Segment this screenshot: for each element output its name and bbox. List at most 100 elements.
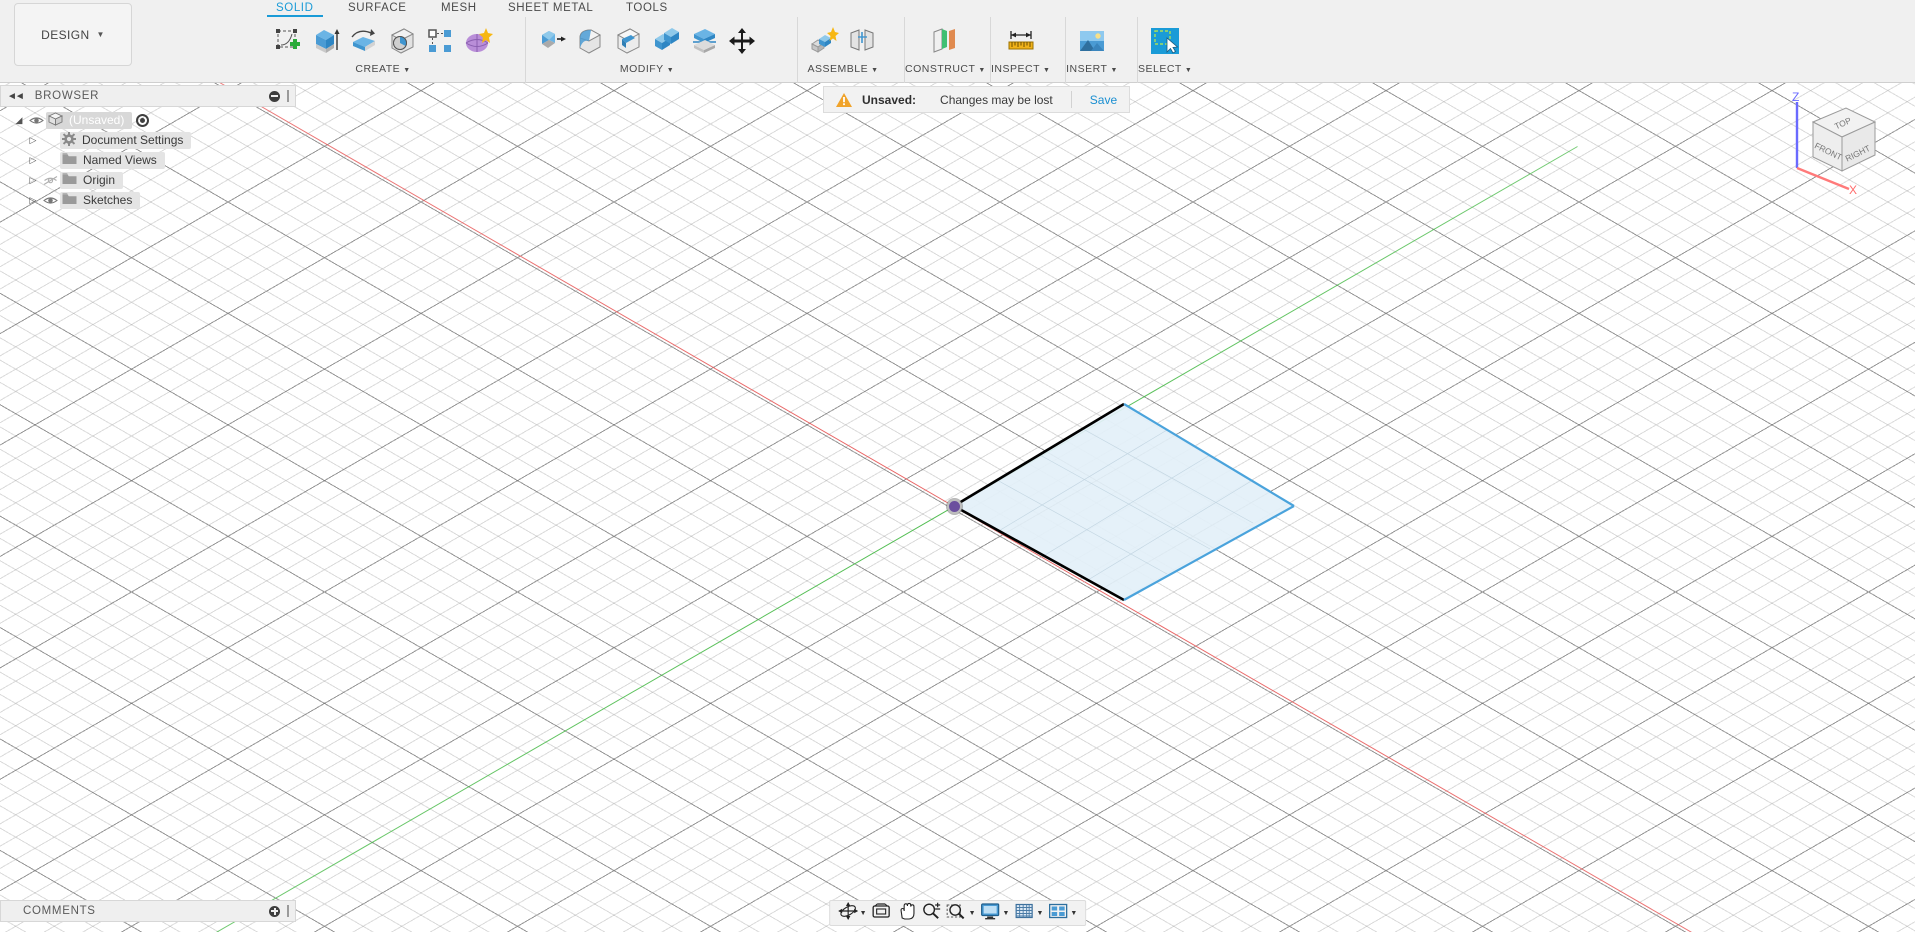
press-pull-button[interactable]: [533, 21, 571, 61]
pattern-icon: [425, 26, 455, 56]
browser-header: ◄◄ BROWSER: [0, 85, 296, 107]
chevron-down-icon[interactable]: ▼: [1036, 910, 1043, 917]
viewcube-axis-x-label: X: [1849, 183, 1857, 195]
orbit-button[interactable]: ▼: [836, 901, 869, 924]
browser-resize-grip[interactable]: [287, 90, 289, 102]
group-label-create[interactable]: CREATE ▼: [355, 63, 410, 75]
create-sketch-button[interactable]: [269, 21, 307, 61]
visibility-eye-icon[interactable]: [40, 175, 60, 186]
workspace-switcher-label: DESIGN: [41, 27, 90, 42]
group-label-modify[interactable]: MODIFY ▼: [620, 63, 674, 75]
zoom-button[interactable]: [920, 902, 944, 924]
visibility-eye-icon[interactable]: [26, 115, 46, 126]
plane-icon: [930, 26, 960, 56]
view-cube[interactable]: TOP FRONT RIGHT Z X: [1783, 90, 1893, 197]
extrude-button[interactable]: [307, 21, 345, 61]
joint-icon: [847, 26, 877, 56]
comments-panel-header: COMMENTS: [0, 900, 296, 922]
viewports-button[interactable]: ▼: [1046, 902, 1079, 924]
group-label-construct[interactable]: CONSTRUCT ▼: [905, 63, 986, 75]
pan-button[interactable]: [895, 902, 919, 924]
browser-root-row[interactable]: ◢ (Unsaved): [0, 110, 296, 130]
move-copy-button[interactable]: [723, 21, 761, 61]
group-label-inspect[interactable]: INSPECT ▼: [991, 63, 1050, 75]
browser-item-chip[interactable]: Named Views: [60, 151, 165, 169]
ribbon-tab-surface[interactable]: SURFACE: [344, 2, 411, 14]
chevron-down-icon: ▼: [978, 67, 986, 74]
form-icon: [463, 26, 493, 56]
browser-minimize-icon[interactable]: [269, 90, 280, 102]
warning-triangle-icon: [836, 92, 852, 107]
folder-icon: [62, 172, 77, 188]
comments-title: COMMENTS: [23, 905, 96, 917]
grid-snaps-button[interactable]: ▼: [1012, 902, 1045, 924]
ribbon-group-select: SELECT ▼: [1137, 17, 1192, 83]
viewcube-axis-z-label: Z: [1792, 90, 1799, 104]
group-label-insert[interactable]: INSERT ▼: [1066, 63, 1118, 75]
visibility-eye-icon[interactable]: [40, 195, 60, 206]
joint-button[interactable]: [843, 21, 881, 61]
ribbon-tab-solid[interactable]: SOLID: [272, 2, 318, 14]
collapse-panel-icon[interactable]: ◄◄: [7, 91, 25, 102]
expander-triangle-icon[interactable]: ◢: [12, 115, 26, 126]
ribbon-tab-sheet-metal[interactable]: SHEET METAL: [504, 2, 597, 14]
chevron-down-icon[interactable]: ▼: [860, 910, 867, 917]
measure-button[interactable]: [1002, 21, 1040, 61]
insert-canvas-button[interactable]: [1073, 21, 1111, 61]
group-label-text: CONSTRUCT: [905, 63, 976, 75]
select-tool-button[interactable]: [1146, 21, 1184, 61]
chevron-down-icon: ▼: [871, 67, 879, 74]
group-icon-row: [995, 17, 1047, 64]
browser-root-label: (Unsaved): [69, 113, 125, 127]
group-label-assemble[interactable]: ASSEMBLE ▼: [807, 63, 878, 75]
extrude-icon: [311, 26, 341, 56]
expander-triangle-icon[interactable]: ▷: [26, 155, 40, 166]
browser-item-chip[interactable]: Document Settings: [60, 131, 192, 149]
browser-item-sketches[interactable]: ▷ Sketches: [0, 190, 296, 210]
zoom-window-button[interactable]: ▼: [945, 902, 978, 924]
pattern-button[interactable]: [421, 21, 459, 61]
form-button[interactable]: [459, 21, 497, 61]
expander-triangle-icon[interactable]: ▷: [26, 175, 40, 186]
save-button[interactable]: Save: [1090, 93, 1117, 107]
revolve-button[interactable]: [345, 21, 383, 61]
chevron-down-icon[interactable]: ▼: [1070, 910, 1077, 917]
display-settings-button[interactable]: ▼: [979, 902, 1012, 924]
origin-point[interactable]: [947, 499, 962, 514]
expander-triangle-icon[interactable]: ▷: [26, 135, 40, 146]
expander-triangle-icon[interactable]: ▷: [26, 195, 40, 206]
fillet-icon: [575, 26, 605, 56]
chevron-down-icon[interactable]: ▼: [969, 910, 976, 917]
comments-resize-grip[interactable]: [287, 905, 289, 917]
fillet-button[interactable]: [571, 21, 609, 61]
browser-item-document-settings[interactable]: ▷ Document Settings: [0, 130, 296, 150]
add-comment-icon[interactable]: [269, 905, 280, 917]
activate-component-icon[interactable]: [136, 113, 150, 127]
look-at-button[interactable]: [870, 902, 894, 924]
browser-item-chip[interactable]: Sketches: [60, 191, 141, 209]
group-label-text: INSPECT: [991, 63, 1041, 75]
ribbon-group-insert: INSERT ▼: [1065, 17, 1118, 83]
ribbon-tab-mesh[interactable]: MESH: [437, 2, 481, 14]
browser-root-chip[interactable]: (Unsaved): [46, 111, 133, 129]
browser-title: BROWSER: [34, 90, 100, 102]
offset-plane-button[interactable]: [926, 21, 964, 61]
presspull-icon: [537, 26, 567, 56]
workspace-switcher-button[interactable]: DESIGN ▼: [14, 3, 132, 66]
browser-item-named-views[interactable]: ▷ Named Views: [0, 150, 296, 170]
folder-icon: [62, 192, 77, 208]
chevron-down-icon: ▼: [666, 67, 675, 74]
group-label-text: INSERT: [1066, 63, 1108, 75]
sweep-button[interactable]: [383, 21, 421, 61]
chevron-down-icon[interactable]: ▼: [1003, 910, 1010, 917]
shell-button[interactable]: [609, 21, 647, 61]
browser-item-chip[interactable]: Origin: [60, 171, 124, 189]
ribbon-tab-tools[interactable]: TOOLS: [622, 2, 672, 14]
browser-item-origin[interactable]: ▷ Origin: [0, 170, 296, 190]
group-label-select[interactable]: SELECT ▼: [1138, 63, 1192, 75]
combine-button[interactable]: [647, 21, 685, 61]
split-face-button[interactable]: [685, 21, 723, 61]
new-component-button[interactable]: [805, 21, 843, 61]
ribbon-group-modify: MODIFY ▼: [525, 17, 768, 83]
viewports-icon: [1048, 902, 1068, 925]
